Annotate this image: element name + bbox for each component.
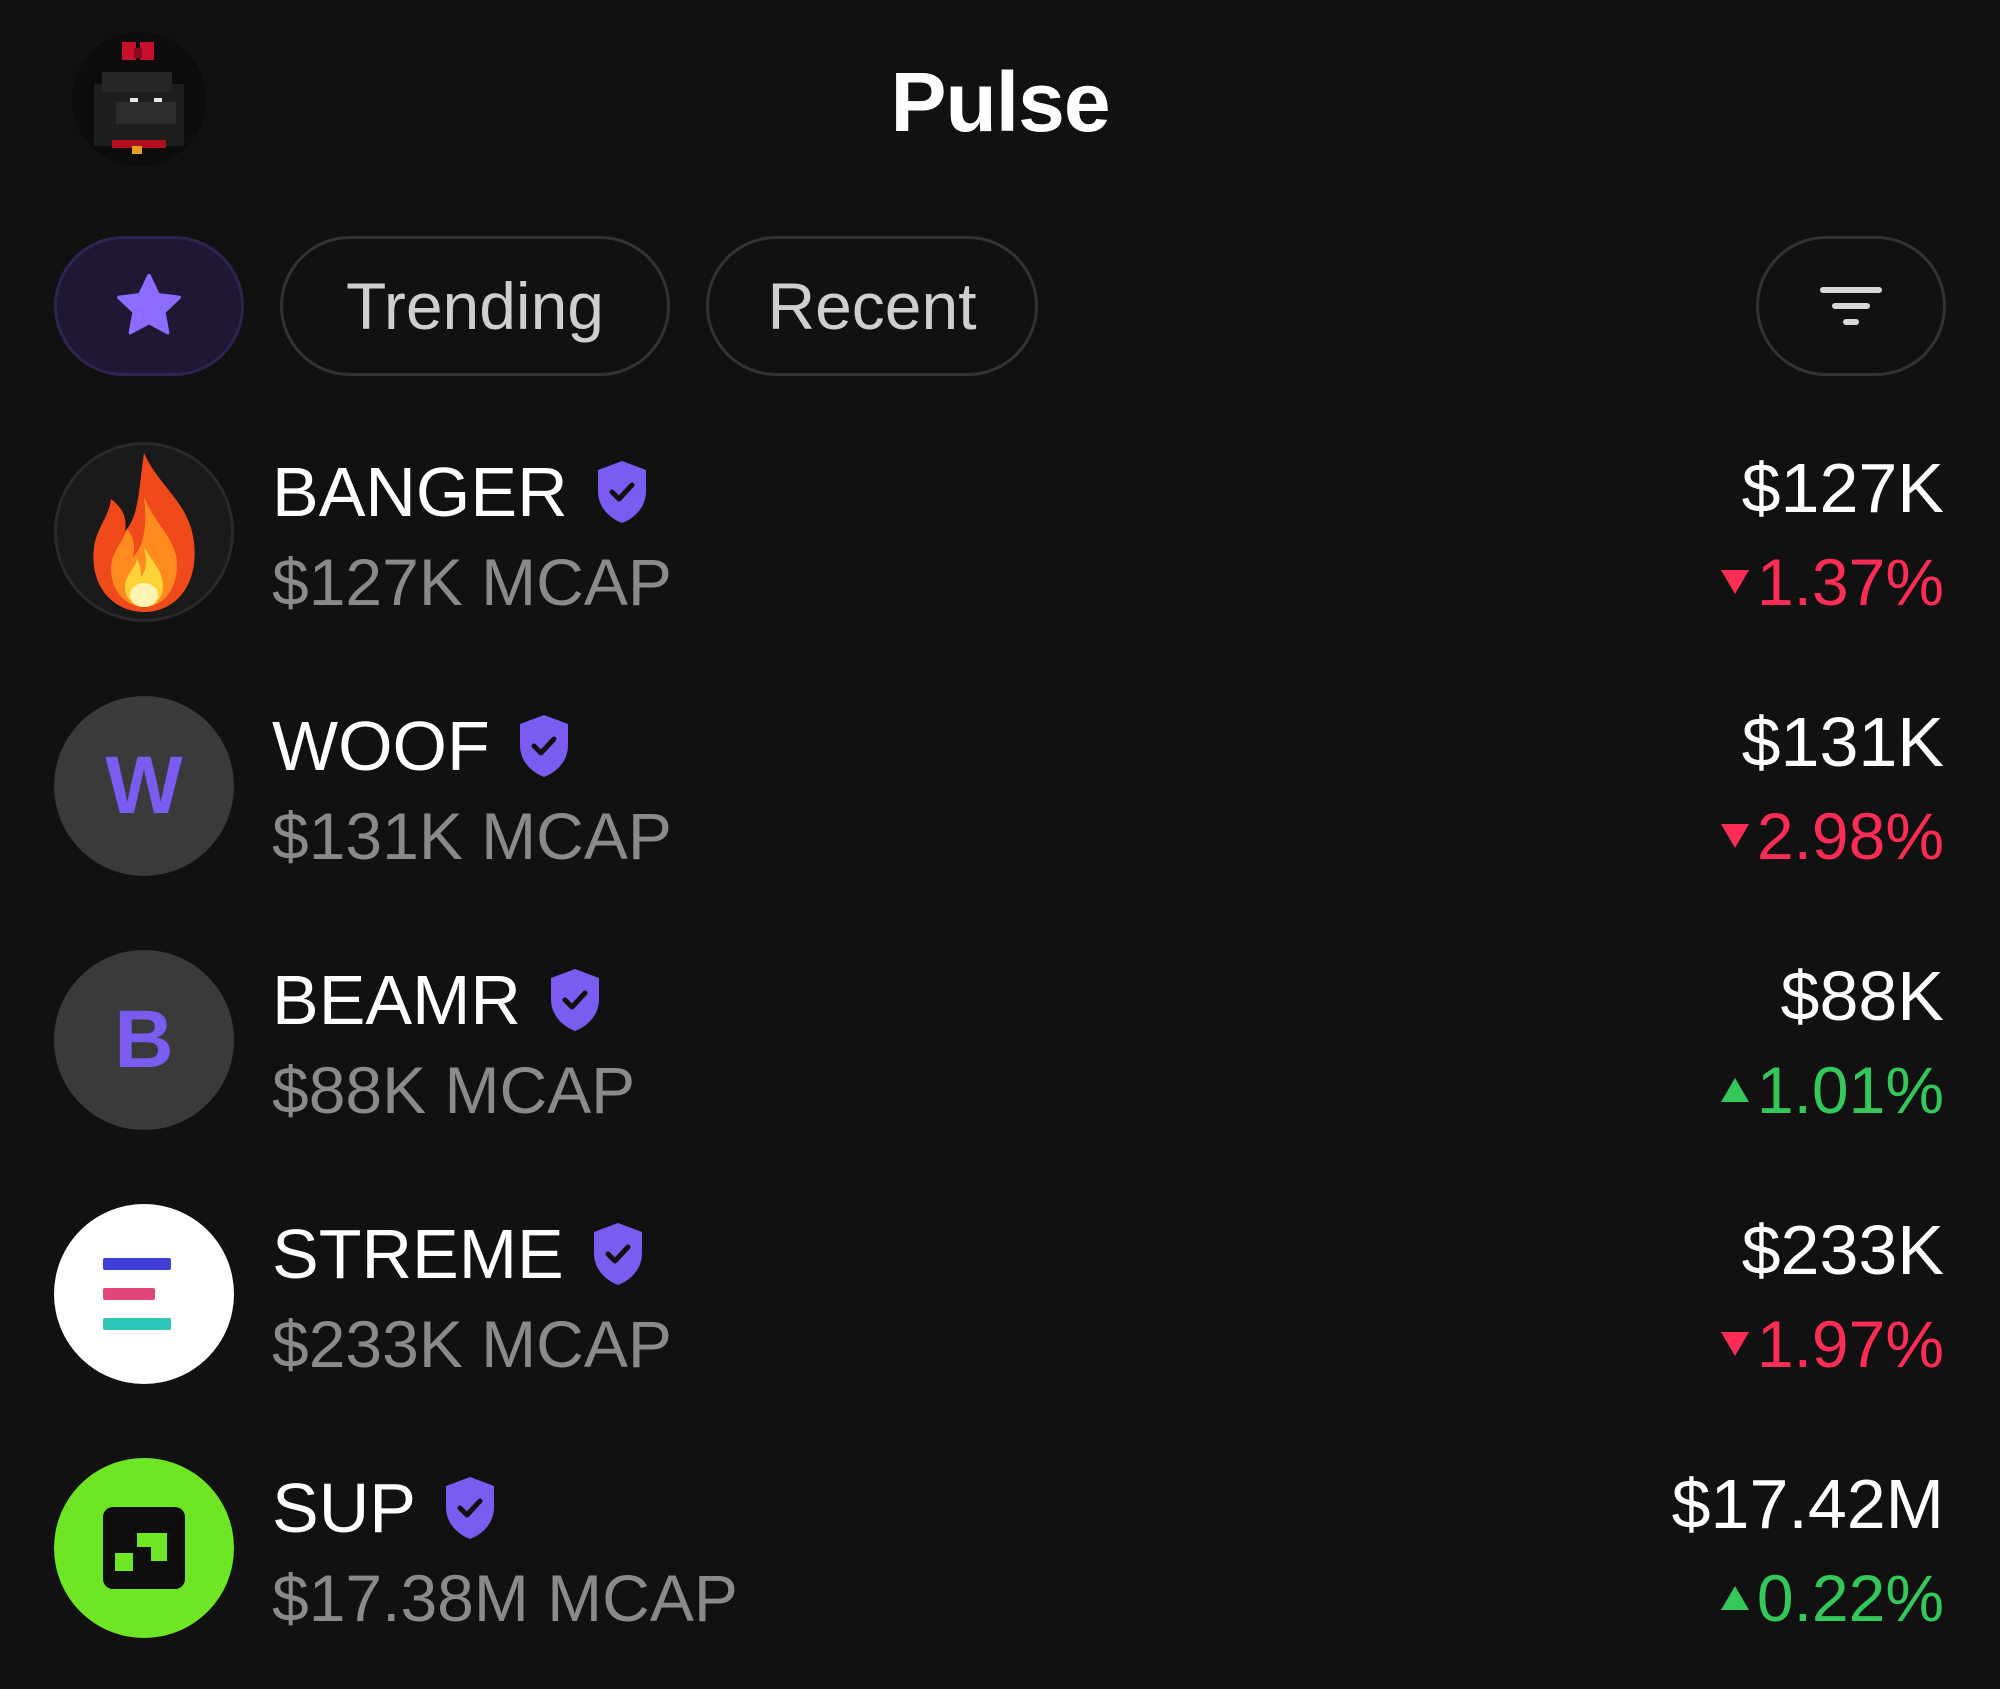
token-price: $131K xyxy=(1741,703,1944,781)
token-mcap: $127K MCAP xyxy=(272,545,672,619)
token-change-value: 1.97% xyxy=(1756,1307,1944,1381)
token-mcap: $88K MCAP xyxy=(272,1053,636,1127)
token-symbol: STREME xyxy=(272,1215,564,1293)
token-mcap: $17.38M MCAP xyxy=(272,1561,738,1635)
token-avatar-letter: B xyxy=(114,994,174,1085)
token-row-banger[interactable]: BANGER $127K MCAP $127K 1.37% xyxy=(0,442,2000,642)
filter-icon xyxy=(1820,287,1882,325)
verified-shield-icon xyxy=(550,969,599,1031)
token-row-woof[interactable]: W WOOF $131K MCAP $131K 2.98% xyxy=(0,696,2000,896)
token-price: $127K xyxy=(1741,449,1944,527)
token-name: WOOF xyxy=(272,706,572,786)
tab-trending-label: Trending xyxy=(345,269,605,343)
tab-recent-label: Recent xyxy=(767,269,977,343)
arrow-down-icon xyxy=(1720,570,1749,594)
arrow-up-icon xyxy=(1720,1586,1749,1610)
token-name: STREME xyxy=(272,1214,646,1294)
token-symbol: BEAMR xyxy=(272,961,521,1039)
token-row-streme[interactable]: STREME $233K MCAP $233K 1.97% xyxy=(0,1204,2000,1404)
fire-icon xyxy=(54,442,234,622)
token-name: BANGER xyxy=(272,452,650,532)
token-change-value: 0.22% xyxy=(1756,1561,1944,1635)
token-change: 2.98% xyxy=(1720,796,1944,876)
streme-logo-icon xyxy=(54,1204,234,1384)
token-change: 1.97% xyxy=(1720,1304,1944,1384)
token-name: BEAMR xyxy=(272,960,603,1040)
token-name: SUP xyxy=(272,1468,498,1548)
token-price: $88K xyxy=(1780,957,1944,1035)
page-title: Pulse xyxy=(890,55,1110,149)
token-change-value: 1.01% xyxy=(1756,1053,1944,1127)
token-change: 0.22% xyxy=(1720,1558,1944,1638)
token-letter-avatar: B xyxy=(54,950,234,1130)
token-mcap: $233K MCAP xyxy=(272,1307,672,1381)
token-change: 1.37% xyxy=(1720,542,1944,622)
filter-button[interactable] xyxy=(1756,236,1946,376)
token-symbol: BANGER xyxy=(272,453,568,531)
token-price: $17.42M xyxy=(1671,1465,1944,1543)
verified-shield-icon xyxy=(519,715,568,777)
favorites-filter-button[interactable] xyxy=(54,236,244,376)
sup-logo-icon xyxy=(54,1458,234,1638)
tab-trending[interactable]: Trending xyxy=(280,236,670,376)
token-row-sup[interactable]: SUP $17.38M MCAP $17.42M 0.22% xyxy=(0,1458,2000,1658)
token-row-beamr[interactable]: B BEAMR $88K MCAP $88K 1.01% xyxy=(0,950,2000,1150)
token-change: 1.01% xyxy=(1720,1050,1944,1130)
token-symbol: SUP xyxy=(272,1469,416,1547)
token-symbol: WOOF xyxy=(272,707,490,785)
verified-shield-icon xyxy=(593,1223,642,1285)
star-icon xyxy=(117,273,181,335)
arrow-up-icon xyxy=(1720,1078,1749,1102)
token-change-value: 1.37% xyxy=(1756,545,1944,619)
verified-shield-icon xyxy=(597,461,646,523)
verified-shield-icon xyxy=(445,1477,494,1539)
token-letter-avatar: W xyxy=(54,696,234,876)
tab-recent[interactable]: Recent xyxy=(706,236,1038,376)
arrow-down-icon xyxy=(1720,824,1749,848)
token-change-value: 2.98% xyxy=(1756,799,1944,873)
token-price: $233K xyxy=(1741,1211,1944,1289)
token-avatar-letter: W xyxy=(105,740,183,831)
arrow-down-icon xyxy=(1720,1332,1749,1356)
token-mcap: $131K MCAP xyxy=(272,799,672,873)
